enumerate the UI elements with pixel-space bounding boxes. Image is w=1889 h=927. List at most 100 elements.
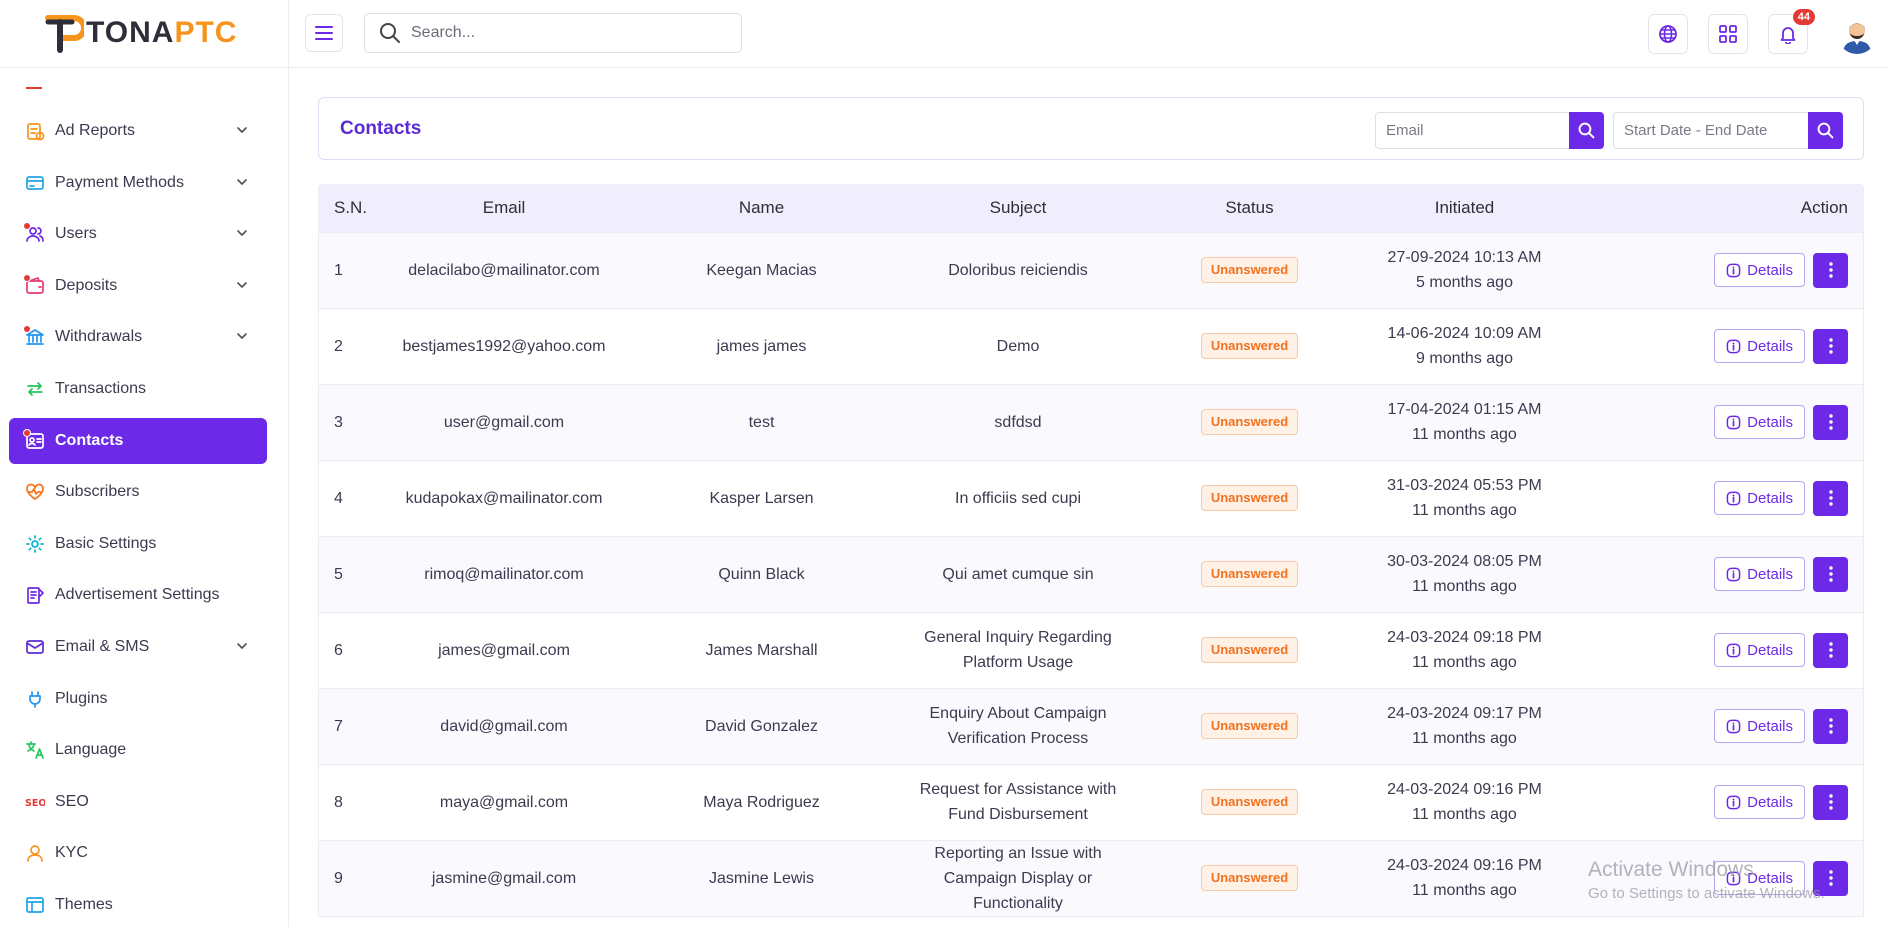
contact-card-icon <box>23 428 45 451</box>
menu-fragment-icon <box>26 87 42 89</box>
cell-email: kudapokax@mailinator.com <box>405 489 603 507</box>
search-box[interactable] <box>364 13 742 53</box>
sidebar-item-payment-methods[interactable]: Payment Methods <box>9 160 267 206</box>
details-button[interactable]: Details <box>1714 785 1805 819</box>
status-badge: Unanswered <box>1200 637 1299 663</box>
email-search-button[interactable] <box>1569 112 1604 149</box>
details-label: Details <box>1747 641 1793 659</box>
sidebar-item-users[interactable]: Users <box>9 211 267 257</box>
status-badge: Unanswered <box>1200 713 1299 739</box>
cell-subject: Demo <box>996 337 1040 355</box>
initiated-date: 24-03-2024 09:18 PM <box>1387 629 1542 646</box>
sidebar-item-advertisement-settings[interactable]: Advertisement Settings <box>9 572 267 618</box>
info-icon <box>1726 643 1741 658</box>
details-label: Details <box>1747 337 1793 355</box>
sidebar-item-seo[interactable]: SEO SEO <box>9 779 267 825</box>
more-actions-button[interactable] <box>1813 252 1848 288</box>
chevron-down-icon <box>235 278 249 292</box>
cell-subject: Request for Assistance with Fund Disburs… <box>919 781 1117 823</box>
more-actions-button[interactable] <box>1813 556 1848 592</box>
more-actions-button[interactable] <box>1813 632 1848 668</box>
cell-initiated: 24-03-2024 09:18 PM 11 months ago <box>1372 612 1557 688</box>
status-badge: Unanswered <box>1200 485 1299 511</box>
sidebar-item-kyc[interactable]: KYC <box>9 830 267 876</box>
avatar[interactable] <box>1837 14 1877 54</box>
details-button[interactable]: Details <box>1714 633 1805 667</box>
cell-initiated: 14-06-2024 10:09 AM 9 months ago <box>1372 308 1557 384</box>
more-actions-button[interactable] <box>1813 784 1848 820</box>
ad-settings-icon <box>25 585 45 605</box>
sidebar-item-subscribers[interactable]: Subscribers <box>9 469 267 515</box>
cell-sn: 8 <box>334 793 343 811</box>
more-actions-button[interactable] <box>1813 404 1848 440</box>
more-actions-button[interactable] <box>1813 328 1848 364</box>
more-actions-button[interactable] <box>1813 480 1848 516</box>
sidebar-item-label: KYC <box>55 844 88 862</box>
sidebar-item-label: Themes <box>55 895 113 913</box>
status-badge: Unanswered <box>1200 409 1299 435</box>
sidebar-item-withdrawals[interactable]: Withdrawals <box>9 314 267 360</box>
search-icon <box>1578 122 1595 139</box>
sidebar-item-transactions[interactable]: Transactions <box>9 366 267 412</box>
cell-initiated: 31-03-2024 05:53 PM 11 months ago <box>1372 460 1557 536</box>
sidebar-item-label: Language <box>55 741 127 759</box>
column-header-status: Status <box>1225 198 1274 218</box>
column-header-action: Action <box>1800 198 1848 218</box>
translate-icon <box>25 740 45 760</box>
topbar: 44 <box>289 0 1889 68</box>
chevron-down-icon <box>235 329 249 343</box>
apps-button[interactable] <box>1708 14 1748 54</box>
globe-icon <box>1659 25 1677 43</box>
sidebar-item-themes[interactable]: Themes <box>9 882 267 927</box>
initiated-ago: 11 months ago <box>1412 654 1517 671</box>
cell-action: Details <box>1557 232 1863 308</box>
cell-sn: 3 <box>334 413 343 431</box>
sidebar-item-plugins[interactable]: Plugins <box>9 676 267 722</box>
sidebar-item-email-sms[interactable]: Email & SMS <box>9 624 267 670</box>
brand-name-part2: PTC <box>174 16 238 49</box>
hamburger-icon <box>315 26 333 40</box>
brand-logo[interactable]: TONAPTC <box>44 12 237 54</box>
details-button[interactable]: Details <box>1714 557 1805 591</box>
sidebar-item-label: Plugins <box>55 689 108 707</box>
cell-status: Unanswered <box>1127 764 1372 840</box>
sidebar-item-contacts[interactable]: Contacts <box>9 417 267 464</box>
apps-grid-icon <box>1719 25 1737 43</box>
cell-initiated: 17-04-2024 01:15 AM 11 months ago <box>1372 384 1557 460</box>
language-button[interactable] <box>1648 14 1688 54</box>
sidebar-item-ad-reports[interactable]: Ad Reports <box>9 108 267 154</box>
cell-action: Details <box>1557 612 1863 688</box>
details-button[interactable]: Details <box>1714 481 1805 515</box>
status-badge: Unanswered <box>1200 333 1299 359</box>
cell-email: user@gmail.com <box>443 413 565 431</box>
menu-toggle-button[interactable] <box>305 14 343 52</box>
sidebar-item-label: Payment Methods <box>55 173 184 191</box>
status-badge: Unanswered <box>1200 561 1299 587</box>
status-badge: Unanswered <box>1200 789 1299 815</box>
notifications-button[interactable]: 44 <box>1768 9 1815 54</box>
brand-name-part1: TONA <box>86 16 175 49</box>
details-label: Details <box>1747 261 1793 279</box>
details-button[interactable]: Details <box>1714 329 1805 363</box>
search-input[interactable] <box>411 24 711 42</box>
sidebar-item-language[interactable]: Language <box>9 727 267 773</box>
details-button[interactable]: Details <box>1714 709 1805 743</box>
brand-name: TONAPTC <box>86 16 237 50</box>
cell-email: david@gmail.com <box>440 717 568 735</box>
initiated-date: 30-03-2024 08:05 PM <box>1387 553 1542 570</box>
initiated-ago: 11 months ago <box>1412 426 1517 443</box>
details-button[interactable]: Details <box>1714 253 1805 287</box>
email-filter-input[interactable] <box>1375 112 1569 149</box>
table-body: 1 delacilabo@mailinator.com Keegan Macias D… <box>319 232 1863 916</box>
more-actions-button[interactable] <box>1813 708 1848 744</box>
sidebar-item-deposits[interactable]: Deposits <box>9 263 267 309</box>
date-range-input[interactable] <box>1613 112 1808 149</box>
details-button[interactable]: Details <box>1714 405 1805 439</box>
cell-initiated: 24-03-2024 09:17 PM 11 months ago <box>1372 688 1557 764</box>
cell-action: Details <box>1557 764 1863 840</box>
cell-initiated: 30-03-2024 08:05 PM 11 months ago <box>1372 536 1557 612</box>
initiated-date: 31-03-2024 05:53 PM <box>1387 477 1542 494</box>
date-search-button[interactable] <box>1808 112 1843 149</box>
layout-icon <box>25 895 45 915</box>
sidebar-item-basic-settings[interactable]: Basic Settings <box>9 521 267 567</box>
